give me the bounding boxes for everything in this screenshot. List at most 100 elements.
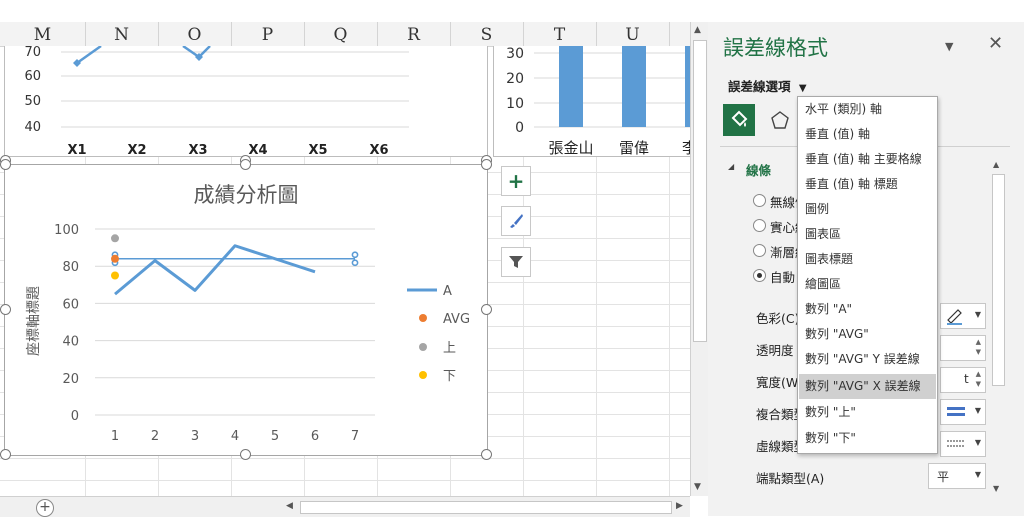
transparency-spinner[interactable]: ▲ ▼ bbox=[940, 335, 986, 361]
menu-item[interactable]: 垂直 (值) 軸 bbox=[799, 122, 936, 147]
scroll-up-icon[interactable]: ▲ bbox=[694, 25, 701, 35]
collapse-triangle-icon[interactable]: ◢ bbox=[728, 162, 734, 171]
color-picker[interactable]: ▼ bbox=[940, 303, 986, 329]
menu-item[interactable]: 水平 (類別) 軸 bbox=[799, 97, 936, 122]
column-header[interactable]: P bbox=[231, 22, 305, 46]
column-header[interactable]: Q bbox=[304, 22, 378, 46]
top-chart-series-line bbox=[76, 46, 102, 65]
add-sheet-icon[interactable]: + bbox=[36, 499, 54, 517]
resize-handle[interactable] bbox=[481, 159, 492, 170]
bar-chart-x-tick: 張金山 bbox=[548, 139, 593, 156]
menu-item[interactable]: 數列 "AVG" bbox=[799, 322, 936, 347]
radio-gradient-line[interactable] bbox=[753, 244, 766, 257]
scroll-down-icon[interactable]: ▼ bbox=[993, 484, 999, 493]
panel-menu-chevron-icon[interactable]: ▼ bbox=[945, 40, 953, 53]
menu-item[interactable]: 數列 "上" bbox=[799, 400, 936, 425]
scroll-down-icon[interactable]: ▼ bbox=[694, 482, 701, 492]
menu-item[interactable]: 繪圖區 bbox=[799, 272, 936, 297]
menu-item-selected[interactable]: 數列 "AVG" X 誤差線 bbox=[799, 374, 936, 399]
resize-handle[interactable] bbox=[481, 449, 492, 460]
legend-swatch-down bbox=[419, 371, 427, 379]
scroll-right-icon[interactable]: ▶ bbox=[676, 501, 683, 511]
main-chart-canvas[interactable]: 成績分析圖 座標軸標題 100 80 60 40 20 0 1 2 3 4 5 6 7 A AVG 上… bbox=[5, 165, 487, 455]
column-header[interactable]: R bbox=[377, 22, 451, 46]
width-spinner[interactable]: t ▲ ▼ bbox=[940, 367, 986, 393]
panel-scrollbar[interactable]: ▲ ▼ bbox=[990, 158, 1006, 498]
radio-no-line[interactable] bbox=[753, 194, 766, 207]
top-chart-gridlines bbox=[61, 51, 409, 128]
panel-scroll-thumb[interactable] bbox=[992, 174, 1005, 386]
scroll-left-icon[interactable]: ◀ bbox=[286, 501, 293, 511]
section-line-label[interactable]: 線條 bbox=[746, 160, 771, 179]
chart-filters-button[interactable] bbox=[501, 247, 531, 277]
spin-up-icon[interactable]: ▲ bbox=[976, 370, 981, 378]
radio-solid-line[interactable] bbox=[753, 219, 766, 232]
y-tick-label: 40 bbox=[62, 335, 79, 350]
menu-item[interactable]: 圖例 bbox=[799, 197, 936, 222]
x-axis-ticks: 1 2 3 4 5 6 7 bbox=[111, 429, 359, 444]
top-line-chart[interactable]: 70 60 50 40 X1 X2 X3 X4 X5 X6 bbox=[4, 46, 488, 157]
spin-down-icon[interactable]: ▼ bbox=[976, 380, 981, 388]
bar-chart-gridlines bbox=[534, 52, 690, 128]
bar bbox=[622, 46, 646, 127]
y-tick-label: 60 bbox=[62, 297, 79, 312]
radio-automatic[interactable] bbox=[753, 269, 766, 282]
effects-tab[interactable] bbox=[766, 106, 794, 134]
sheet-vertical-scrollbar[interactable]: ▲ ▼ bbox=[690, 22, 708, 496]
column-header[interactable]: U bbox=[596, 22, 670, 46]
scroll-up-icon[interactable]: ▲ bbox=[993, 160, 999, 169]
bar-chart-y-tick: 30 bbox=[506, 46, 524, 62]
resize-handle[interactable] bbox=[0, 159, 11, 170]
column-header[interactable]: M bbox=[0, 22, 86, 46]
compound-type-dropdown[interactable]: ▼ bbox=[940, 399, 986, 425]
horizontal-scroll-thumb[interactable] bbox=[300, 501, 672, 514]
top-chart-x-tick: X2 bbox=[127, 143, 146, 156]
top-chart-y-tick: 50 bbox=[24, 94, 41, 109]
menu-item[interactable]: 數列 "下" bbox=[799, 426, 936, 451]
column-header[interactable]: T bbox=[523, 22, 597, 46]
column-header[interactable]: S bbox=[450, 22, 524, 46]
x-tick-label: 2 bbox=[151, 429, 159, 444]
resize-handle[interactable] bbox=[240, 159, 251, 170]
bar-chart[interactable]: 30 20 10 0 張金山 雷偉 李 bbox=[493, 46, 690, 157]
resize-handle[interactable] bbox=[481, 304, 492, 315]
menu-item[interactable]: 垂直 (值) 軸 標題 bbox=[799, 172, 936, 197]
menu-item[interactable]: 數列 "A" bbox=[799, 297, 936, 322]
series-point bbox=[111, 254, 119, 263]
bar bbox=[559, 46, 583, 127]
chart-element-menu[interactable]: 水平 (類別) 軸 垂直 (值) 軸 垂直 (值) 軸 主要格線 垂直 (值) … bbox=[797, 96, 938, 454]
y-tick-label: 100 bbox=[54, 223, 79, 238]
series-line-a bbox=[114, 244, 316, 296]
menu-item[interactable]: 垂直 (值) 軸 主要格線 bbox=[799, 147, 936, 172]
selected-chart[interactable]: 成績分析圖 座標軸標題 100 80 60 40 20 0 1 2 3 4 5 6 7 A AVG 上… bbox=[4, 164, 488, 456]
top-chart-x-tick: X1 bbox=[67, 143, 86, 156]
x-tick-label: 7 bbox=[351, 429, 359, 444]
column-header[interactable]: O bbox=[158, 22, 232, 46]
column-header[interactable]: N bbox=[85, 22, 159, 46]
menu-item[interactable]: 圖表區 bbox=[799, 222, 936, 247]
chart-styles-button[interactable] bbox=[501, 206, 531, 236]
chevron-down-icon: ▼ bbox=[974, 438, 981, 447]
end-type-dropdown[interactable]: 平 ▼ bbox=[928, 463, 986, 489]
menu-item[interactable]: 數列 "AVG" Y 誤差線 bbox=[799, 347, 936, 372]
worksheet[interactable]: M N O P Q R S T U 70 60 50 40 X1 X2 X3 X… bbox=[0, 0, 690, 496]
legend-label-a: A bbox=[443, 284, 452, 299]
chart-elements-button[interactable]: + bbox=[501, 166, 531, 196]
dash-type-dropdown[interactable]: ▼ bbox=[940, 431, 986, 457]
top-chart-x-tick: X6 bbox=[369, 143, 388, 156]
series-point bbox=[111, 234, 119, 243]
grid-line bbox=[0, 480, 690, 481]
resize-handle[interactable] bbox=[0, 304, 11, 315]
scroll-thumb[interactable] bbox=[693, 40, 707, 342]
options-dropdown[interactable]: 誤差線選項 ▼ bbox=[728, 76, 807, 95]
resize-handle[interactable] bbox=[240, 449, 251, 460]
x-tick-label: 5 bbox=[271, 429, 279, 444]
resize-handle[interactable] bbox=[0, 449, 11, 460]
options-dropdown-label: 誤差線選項 bbox=[728, 79, 791, 94]
spin-down-icon[interactable]: ▼ bbox=[976, 348, 981, 356]
close-icon[interactable]: ✕ bbox=[988, 33, 1003, 54]
bar-chart-y-tick: 10 bbox=[506, 96, 524, 112]
fill-line-tab[interactable] bbox=[723, 104, 755, 136]
menu-item[interactable]: 圖表標題 bbox=[799, 247, 936, 272]
spin-up-icon[interactable]: ▲ bbox=[976, 338, 981, 346]
